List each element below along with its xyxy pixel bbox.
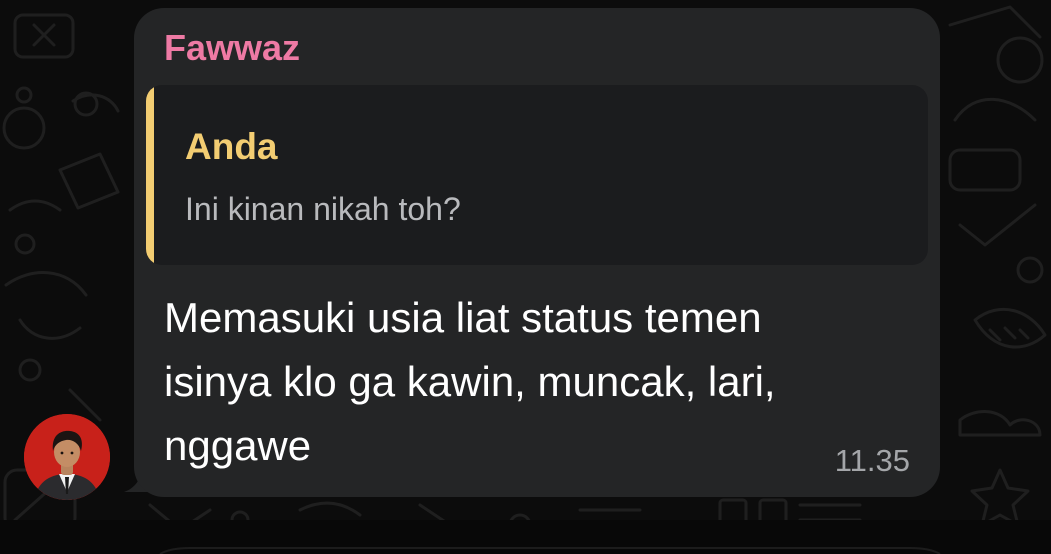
avatar-photo-icon — [24, 414, 110, 500]
message-timestamp: 11.35 — [834, 443, 910, 478]
message-text: Memasuki usia liat status temen isinya k… — [164, 286, 904, 478]
message-line: isinya klo ga kawin, muncak, lari, — [164, 358, 776, 405]
reply-text: Ini kinan nikah toh? — [185, 191, 461, 227]
avatar[interactable] — [24, 414, 110, 500]
reply-quote[interactable]: Anda Ini kinan nikah toh? — [146, 85, 928, 265]
message-line: Memasuki usia liat status temen — [164, 294, 762, 341]
reply-accent-bar — [146, 85, 154, 265]
message-line: nggawe — [164, 422, 312, 469]
sender-name[interactable]: Fawwaz — [164, 28, 300, 68]
reply-author: Anda — [185, 126, 278, 167]
message-bubble[interactable]: Fawwaz Anda Ini kinan nikah toh? Memasuk… — [134, 8, 940, 497]
